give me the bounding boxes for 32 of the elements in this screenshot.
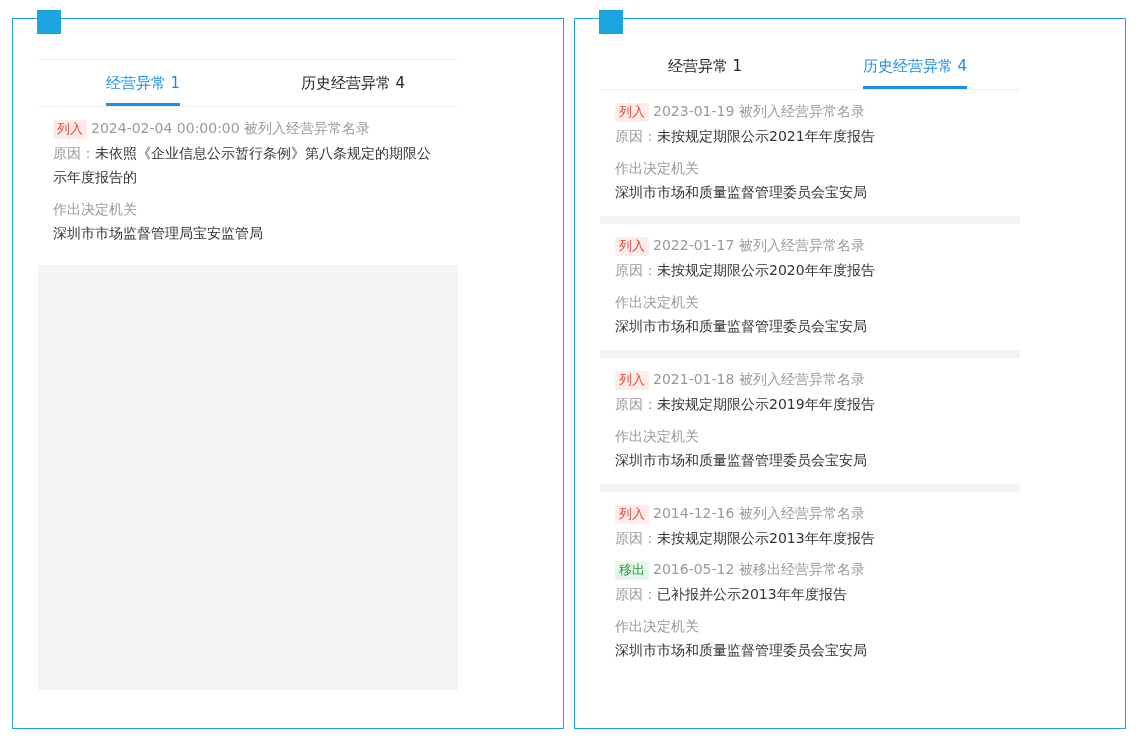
status-tag: 列入 (53, 119, 87, 139)
authority-text: 深圳市市场和质量监督管理委员会宝安局 (615, 183, 868, 202)
event-date-text: 2014-12-16 被列入经营异常名录 (653, 505, 865, 523)
reason-text: 原因：未按规定期限公示2020年年度报告 (615, 261, 876, 280)
authority-text: 深圳市市场和质量监督管理委员会宝安局 (615, 317, 868, 336)
authority-text: 深圳市市场和质量监督管理委员会宝安局 (615, 451, 868, 470)
event-date-text: 2022-01-17 被列入经营异常名录 (653, 237, 865, 255)
tab[interactable]: 历史经营异常 4 (862, 43, 968, 89)
event-date-text: 2016-05-12 被移出经营异常名录 (653, 561, 865, 579)
tab[interactable]: 历史经营异常 4 (300, 60, 406, 106)
event-date-text: 2024-02-04 00:00:00 被列入经营异常名录 (91, 120, 371, 138)
reason-text: 原因：未依照《企业信息公示暂行条例》第八条规定的期限公示年度报告的 (53, 144, 432, 187)
authority-text: 深圳市市场监督管理局宝安监管局 (53, 224, 264, 243)
status-tag: 列入 (615, 236, 649, 256)
authority-label: 作出决定机关 (615, 293, 700, 312)
reason-text: 原因：未按规定期限公示2021年年度报告 (615, 127, 876, 146)
reason-text: 原因：已补报并公示2013年年度报告 (615, 585, 848, 604)
authority-label: 作出决定机关 (615, 617, 700, 636)
event-date-text: 2023-01-19 被列入经营异常名录 (653, 103, 865, 121)
tab[interactable]: 经营异常 1 (667, 43, 743, 89)
reason-text: 原因：未按规定期限公示2013年年度报告 (615, 529, 876, 548)
status-tag: 列入 (615, 102, 649, 122)
reason-text: 原因：未按规定期限公示2019年年度报告 (615, 395, 876, 414)
status-tag: 列入 (615, 504, 649, 524)
tab[interactable]: 经营异常 1 (105, 60, 181, 106)
authority-text: 深圳市市场和质量监督管理委员会宝安局 (615, 641, 868, 660)
status-tag: 移出 (615, 560, 649, 580)
authority-label: 作出决定机关 (615, 159, 700, 178)
authority-label: 作出决定机关 (53, 200, 138, 219)
event-date-text: 2021-01-18 被列入经营异常名录 (653, 371, 865, 389)
authority-label: 作出决定机关 (615, 427, 700, 446)
status-tag: 列入 (615, 370, 649, 390)
